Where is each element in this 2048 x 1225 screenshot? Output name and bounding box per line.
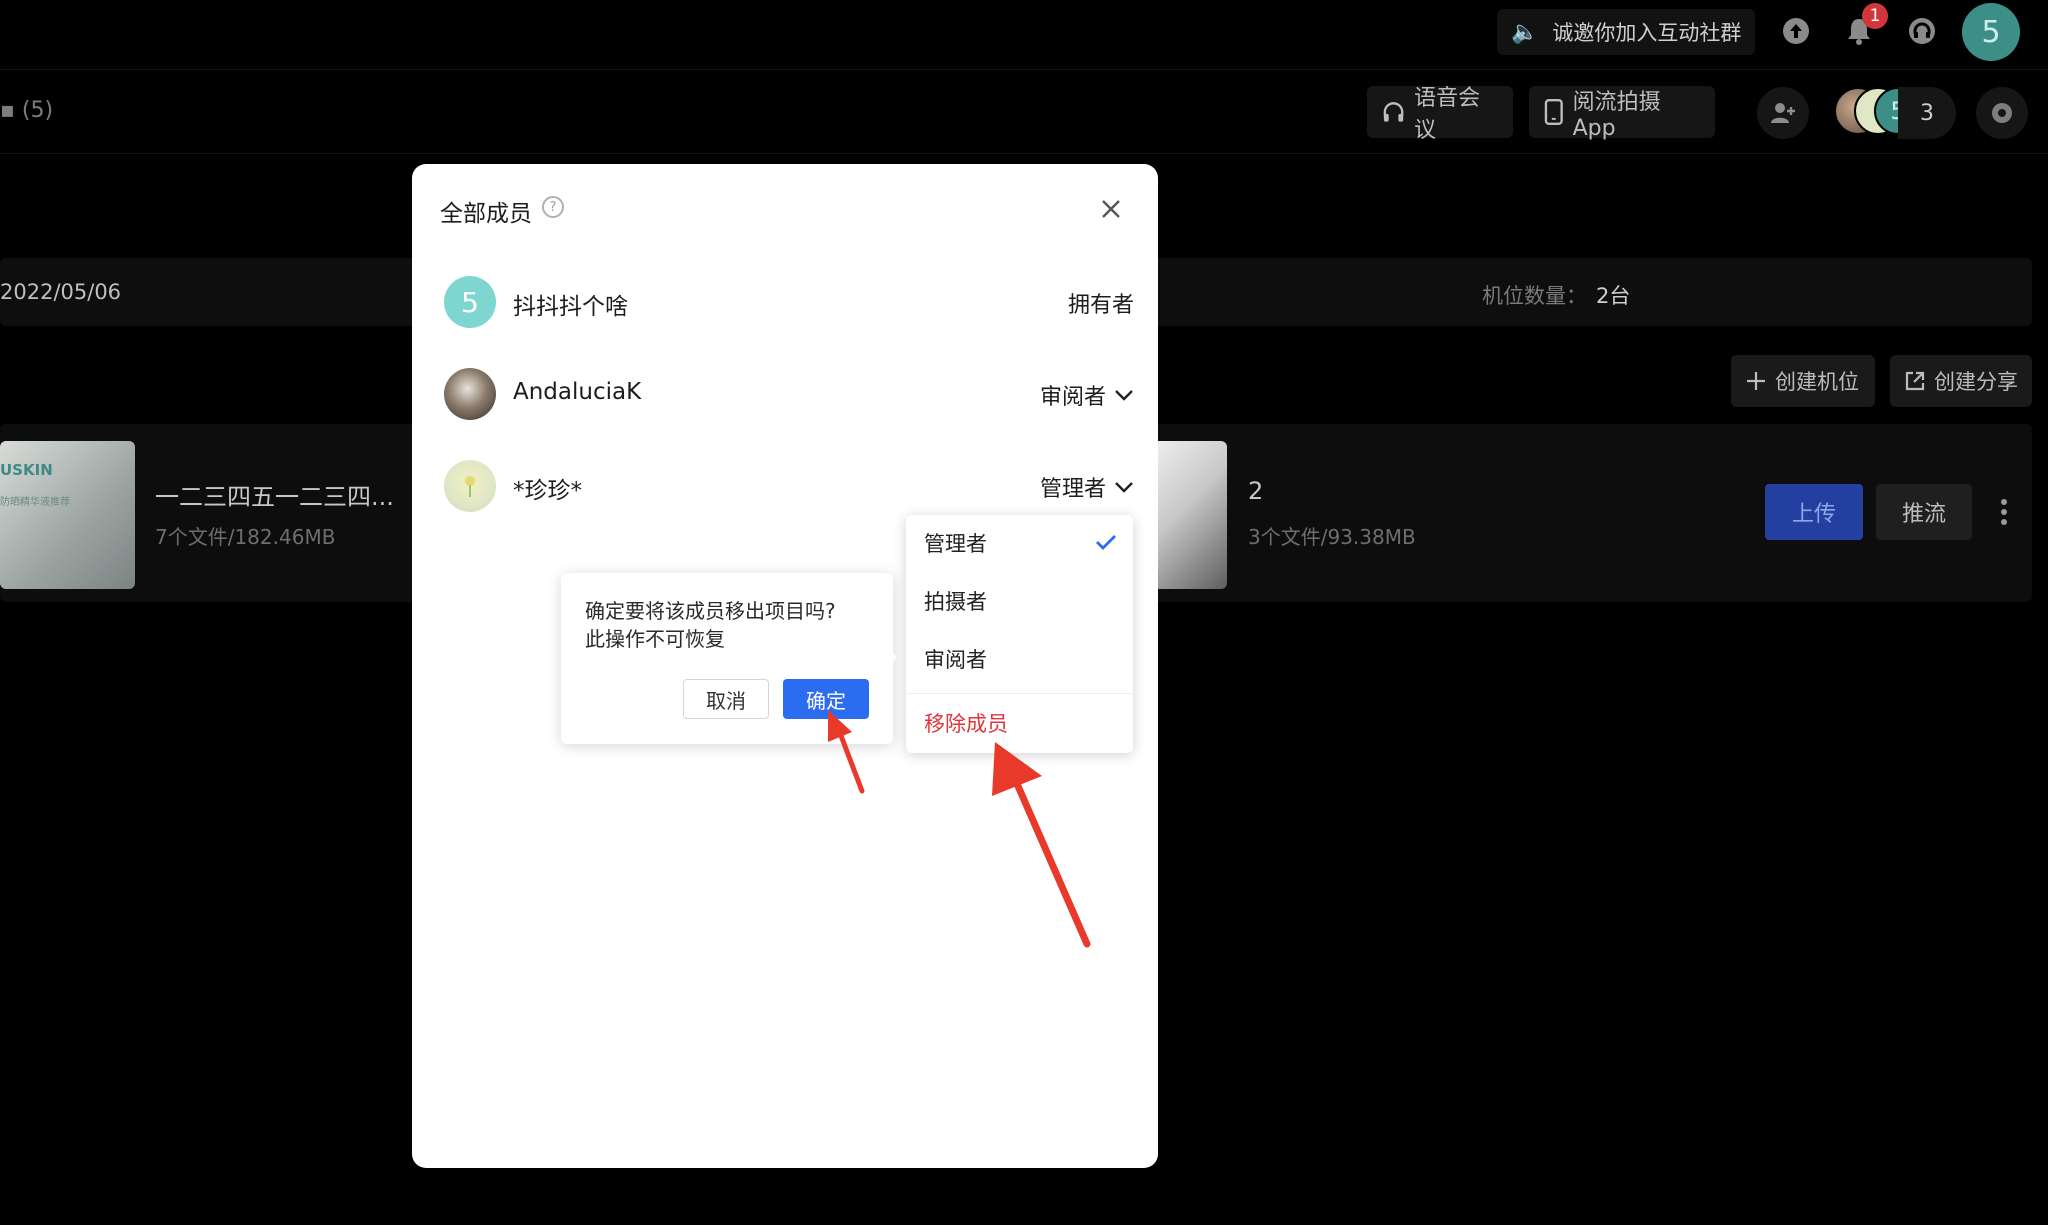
user-avatar[interactable]: 5 [1962,3,2020,61]
headphones-icon [1383,102,1404,122]
seat-title[interactable]: 2 [1248,477,1263,505]
confirm-message-line: 此操作不可恢复 [585,627,725,651]
external-link-icon [1905,371,1925,391]
chevron-down-icon [1115,482,1133,493]
push-stream-button[interactable]: 推流 [1876,484,1972,540]
member-role-select[interactable]: 管理者 [1040,471,1134,503]
confirm-button[interactable]: 确定 [783,679,869,719]
member-role-select[interactable]: 审阅者 [1040,379,1134,411]
invite-label: 诚邀你加入互动社群 [1552,21,1742,45]
more-vertical-icon[interactable] [1990,490,2018,534]
thumbnail-caption: 防晒精华液推荐 [0,497,70,508]
seat-count-label: 机位数量： [1482,284,1587,308]
member-name: AndaluciaK [513,379,642,405]
chevron-down-icon [1115,390,1133,401]
headset-support-icon[interactable] [1905,14,1939,48]
seat-meta: 7个文件/182.46MB [155,525,336,549]
role-dropdown-menu: 管理者 拍摄者 审阅者 移除成员 [906,515,1133,753]
member-name: *珍珍* [513,478,582,504]
top-bar: 🔈 诚邀你加入互动社群 1 5 [0,0,2048,70]
breadcrumb: ▪ (5) [0,98,54,123]
project-date: 2022/05/06 [0,280,122,304]
upload-arrow-icon[interactable] [1779,14,1813,48]
upload-button[interactable]: 上传 [1765,484,1863,540]
add-user-icon [1771,103,1795,123]
member-avatar: 5 [444,276,496,328]
popover-arrow [888,648,897,666]
plus-icon [1747,372,1765,390]
member-row: 5 抖抖抖个啥 拥有者 [412,270,1158,330]
close-icon[interactable] [1096,194,1126,224]
notification-badge: 1 [1862,3,1888,29]
project-header: ▪ (5) 语音会议 阅流拍摄App 5 3 [0,70,2048,154]
member-count: 3 [1898,87,1956,139]
seat-thumbnail[interactable]: USKIN 防晒精华液推荐 [0,441,135,589]
role-option-shooter[interactable]: 拍摄者 [906,573,1133,629]
member-role-label: 拥有者 [1067,293,1134,318]
seat-count-value: 2台 [1596,284,1631,308]
confirm-message-line: 确定要将该成员移出项目吗? [585,599,836,623]
member-name: 抖抖抖个啥 [513,294,628,320]
thumbnail-brand-text: USKIN [0,461,53,479]
create-share-label: 创建分享 [1934,370,2018,394]
gear-icon [1992,103,2012,123]
member-avatar [444,368,496,420]
member-avatar [444,460,496,512]
voice-meeting-button[interactable]: 语音会议 [1367,86,1513,143]
role-option-reviewer[interactable]: 审阅者 [906,631,1133,687]
role-option-label: 管理者 [924,532,987,556]
app-download-button[interactable]: 阅流拍摄App [1529,86,1715,141]
check-icon [1096,535,1116,550]
create-seat-label: 创建机位 [1775,370,1859,394]
seat-title[interactable]: 一二三四五一二三四... [155,477,394,512]
member-role: 拥有者 [1068,287,1134,319]
invite-community-button[interactable]: 🔈 诚邀你加入互动社群 [1497,9,1755,55]
dialog-title: 全部成员 [440,201,532,227]
flower-icon [465,476,475,497]
remove-member-option[interactable]: 移除成员 [906,695,1133,751]
cancel-button[interactable]: 取消 [683,679,769,719]
settings-button[interactable] [1976,87,2028,139]
menu-divider [906,693,1133,694]
create-seat-button[interactable]: 创建机位 [1731,355,1875,407]
voice-meeting-label: 语音会议 [1414,86,1481,143]
seat-meta: 3个文件/93.38MB [1248,525,1416,549]
add-member-button[interactable] [1757,87,1809,139]
member-row: AndaluciaK 审阅者 [412,362,1158,422]
role-option-label: 拍摄者 [924,590,987,614]
speaker-icon: 🔈 [1511,19,1539,45]
role-option-admin[interactable]: 管理者 [906,515,1133,571]
app-download-label: 阅流拍摄App [1572,89,1661,141]
member-role-label: 审阅者 [1039,385,1106,410]
remove-member-confirm-popover: 确定要将该成员移出项目吗? 此操作不可恢复 取消 确定 [561,573,893,744]
member-role-label: 管理者 [1039,477,1106,502]
remove-member-label: 移除成员 [924,712,1008,736]
confirm-message: 确定要将该成员移出项目吗? 此操作不可恢复 [585,597,875,653]
role-option-label: 审阅者 [924,648,987,672]
phone-icon [1544,99,1563,125]
question-icon[interactable]: ? [542,196,564,218]
create-share-button[interactable]: 创建分享 [1890,355,2032,407]
member-row: *珍珍* 管理者 [412,454,1158,514]
